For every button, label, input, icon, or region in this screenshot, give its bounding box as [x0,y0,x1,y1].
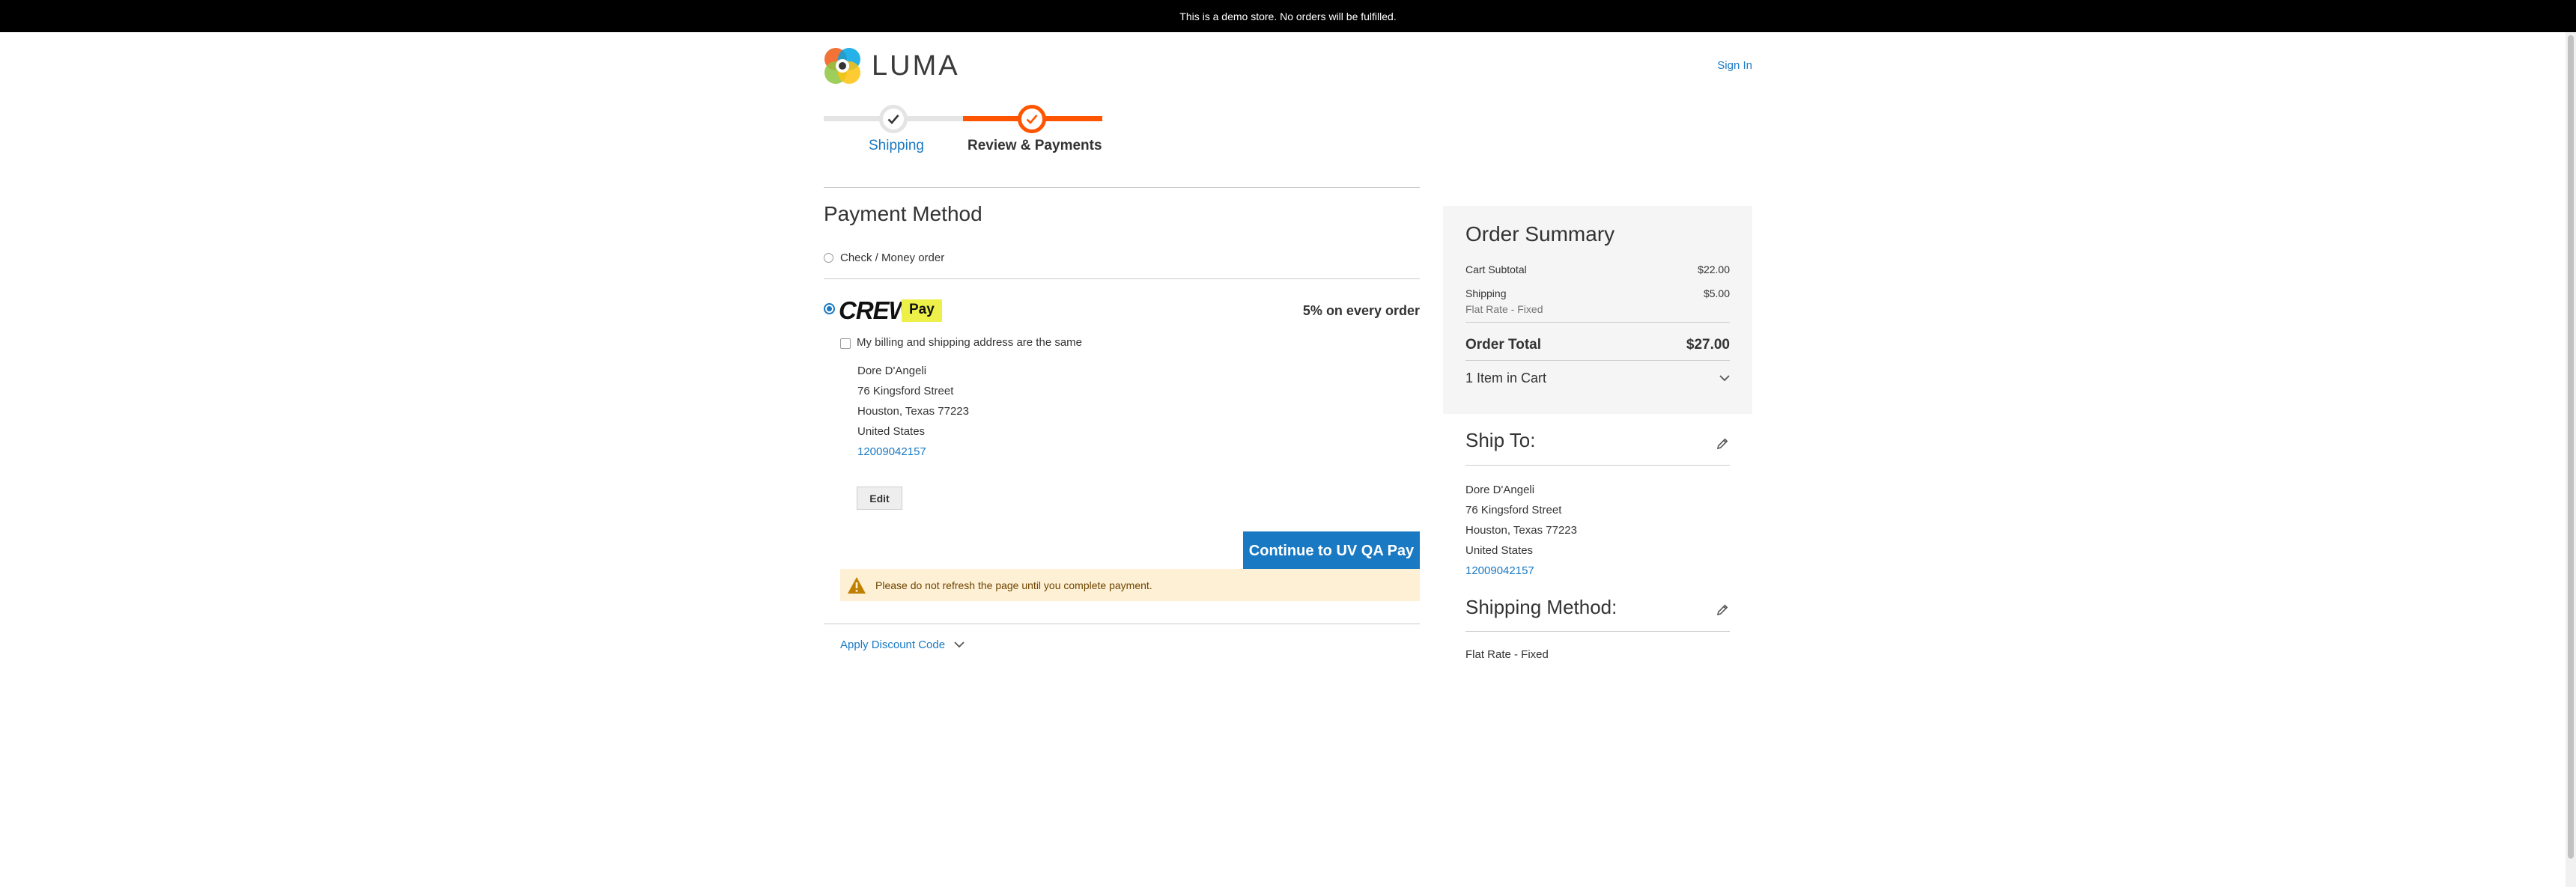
billing-city: Houston, Texas 77223 [857,405,969,418]
step-shipping-label[interactable]: Shipping [869,138,924,154]
payment-warning: Please do not refresh the page until you… [840,569,1420,601]
warning-triangle-icon [847,576,866,594]
checkmark-icon [887,115,899,124]
page-scrollbar[interactable] [2566,32,2576,887]
checkmark-icon [1026,115,1038,124]
store-logo[interactable]: LUMA [824,46,960,86]
ship-to-address: Dore D'Angeli 76 Kingsford Street Housto… [1465,480,1577,581]
order-summary: Order Summary Cart Subtotal $22.00 Shipp… [1443,206,1752,414]
luma-logo-icon [824,46,861,86]
pencil-icon[interactable] [1716,437,1729,451]
cart-subtotal-value: $22.00 [1698,263,1730,275]
ship-to-name: Dore D'Angeli [1465,484,1535,496]
shipping-row: Shipping $5.00 [1465,287,1730,299]
crew-promo-text: 5% on every order [1302,303,1420,318]
billing-name: Dore D'Angeli [857,365,927,377]
items-in-cart-label[interactable]: 1 Item in Cart [1465,371,1546,386]
continue-payment-button[interactable]: Continue to UV QA Pay [1243,531,1420,571]
ship-to-country: United States [1465,544,1534,557]
items-in-cart-toggle[interactable]: 1 Item in Cart [1465,371,1730,386]
step-review-indicator [1018,105,1046,133]
crew-logo: CREW [839,296,912,324]
shipping-label: Shipping [1465,287,1507,299]
divider [1465,322,1730,323]
shipping-value: $5.00 [1703,287,1730,299]
sign-in-link[interactable]: Sign In [1717,59,1752,72]
billing-address: Dore D'Angeli 76 Kingsford Street Housto… [857,361,969,462]
edit-address-button[interactable]: Edit [857,487,902,510]
order-total-label: Order Total [1465,337,1541,353]
cart-subtotal-label: Cart Subtotal [1465,263,1527,275]
apply-discount-label[interactable]: Apply Discount Code [840,638,945,651]
order-total-value: $27.00 [1686,337,1730,353]
billing-same-checkbox[interactable] [840,338,851,349]
payment-method-title: Payment Method [824,202,982,225]
warning-text: Please do not refresh the page until you… [875,579,1152,591]
checkout-progress: Shipping Review & Payments [824,101,1102,183]
divider [824,278,1420,279]
divider [824,187,1420,188]
pay-badge: Pay [902,299,942,322]
ship-to-street: 76 Kingsford Street [1465,504,1562,516]
demo-notice-text: This is a demo store. No orders will be … [1179,10,1397,22]
pencil-icon[interactable] [1716,603,1729,617]
check-money-order-label[interactable]: Check / Money order [840,252,944,264]
ship-to-city: Houston, Texas 77223 [1465,524,1577,537]
shipping-method-value: Flat Rate - Fixed [1465,648,1549,661]
checkout-page: LUMA Sign In Shipping Review & Payments … [824,32,1752,887]
step-shipping-indicator[interactable] [879,105,908,133]
ship-to-phone-link[interactable]: 12009042157 [1465,564,1534,577]
ship-to-title: Ship To: [1465,429,1536,451]
chevron-down-icon [1719,375,1730,382]
divider [1465,631,1730,632]
crew-pay-radio[interactable] [824,303,835,314]
scrollbar-thumb[interactable] [2568,35,2574,859]
check-money-order-radio[interactable] [824,253,833,263]
logo-text: LUMA [872,49,960,82]
order-summary-title: Order Summary [1465,222,1615,246]
order-total-row: Order Total $27.00 [1465,337,1730,353]
divider [1465,465,1730,466]
step-review-label: Review & Payments [967,138,1102,153]
edit-address-wrapper: Edit [857,487,902,510]
divider [1465,360,1730,361]
billing-country: United States [857,425,926,438]
shipping-method-note: Flat Rate - Fixed [1465,303,1543,315]
shipping-method-title: Shipping Method: [1465,596,1617,618]
apply-discount-toggle[interactable]: Apply Discount Code [840,638,965,651]
billing-street: 76 Kingsford Street [857,385,954,397]
billing-same-label[interactable]: My billing and shipping address are the … [857,336,1082,349]
chevron-down-icon [954,641,965,648]
cart-subtotal-row: Cart Subtotal $22.00 [1465,263,1730,275]
billing-phone-link[interactable]: 12009042157 [857,445,926,458]
demo-notice-bar: This is a demo store. No orders will be … [0,0,2576,32]
